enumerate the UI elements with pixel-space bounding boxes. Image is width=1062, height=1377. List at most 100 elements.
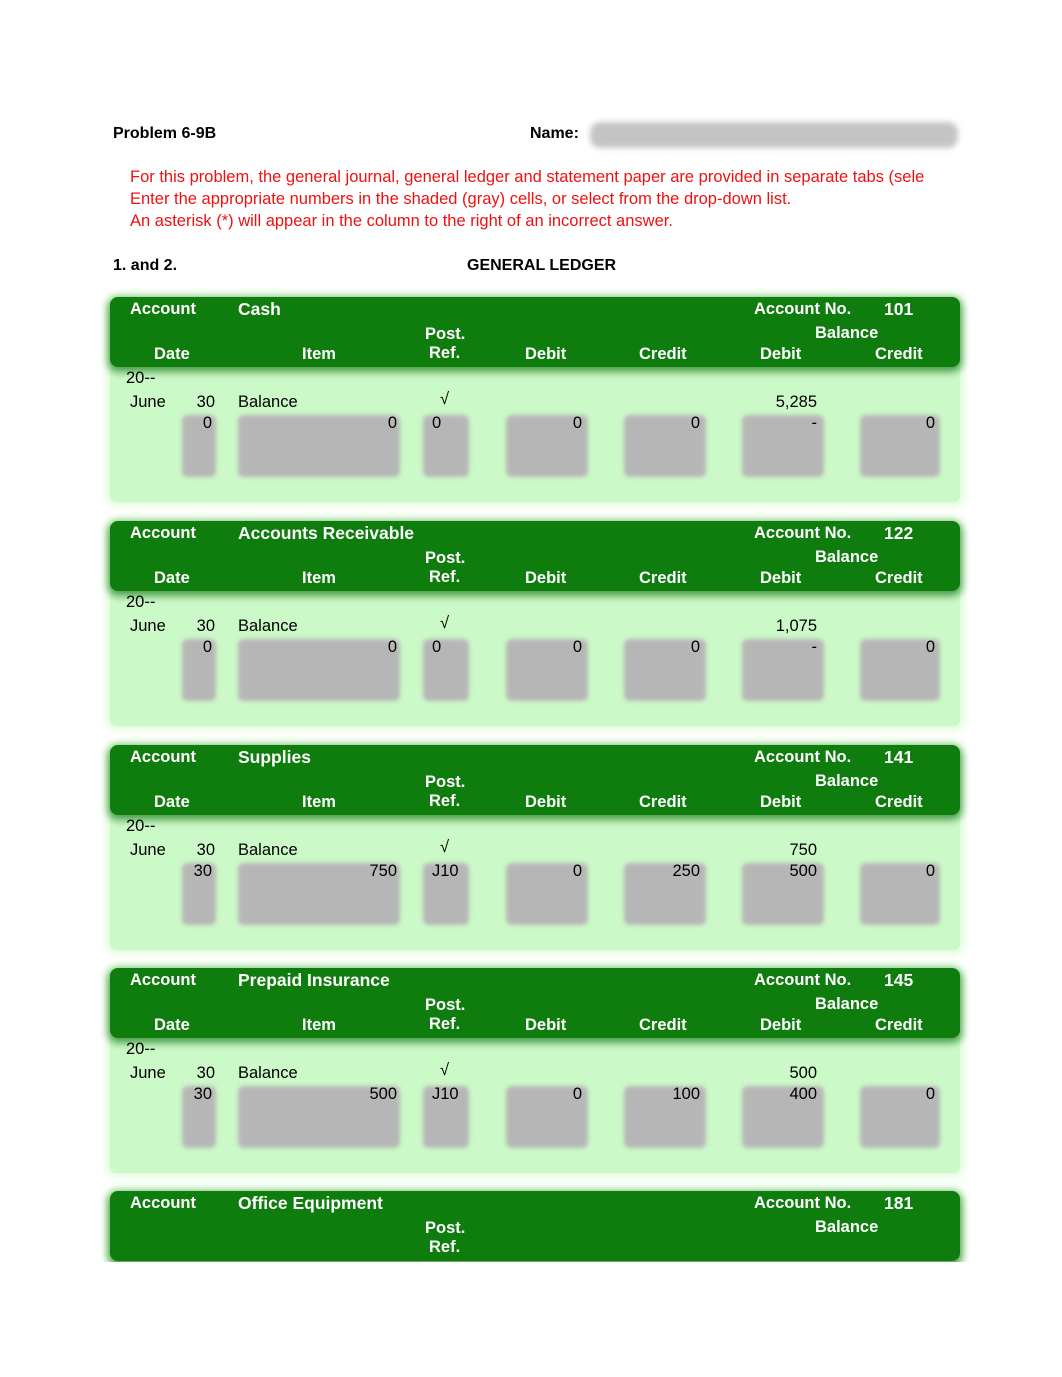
post-label: Post. [425, 1219, 466, 1237]
ledger-header: Account Cash Account No. 101 Post. Balance Ref… [110, 297, 960, 367]
opening-month: June [130, 841, 166, 859]
entry-debit[interactable]: 0 [573, 414, 582, 433]
entry-credit[interactable]: 0 [691, 414, 700, 433]
debit-column-header: Debit [525, 793, 567, 811]
opening-month: June [130, 393, 166, 411]
opening-balance-debit: 500 [789, 1064, 817, 1082]
date-column-header: Date [154, 1016, 190, 1034]
entry-balance-credit[interactable]: 0 [926, 1085, 935, 1104]
balance-credit-column-header: Credit [875, 793, 923, 811]
balance-label: Balance [815, 1218, 879, 1236]
opening-month: June [130, 1064, 166, 1082]
entry-balance-credit[interactable]: 0 [926, 638, 935, 657]
year-label: 20-- [126, 817, 156, 835]
item-column-header: Item [302, 569, 336, 587]
entry-balance-credit[interactable]: 0 [926, 414, 935, 433]
checkmark-icon: √ [440, 838, 450, 856]
entry-item[interactable]: 750 [369, 862, 397, 881]
year-label: 20-- [126, 593, 156, 611]
balance-label: Balance [815, 995, 879, 1013]
entry-post-ref[interactable]: J10 [432, 1085, 459, 1104]
entry-post-ref[interactable]: 0 [432, 414, 441, 433]
entry-debit[interactable]: 0 [573, 638, 582, 657]
account-label: Account [130, 300, 196, 318]
year-label: 20-- [126, 1040, 156, 1058]
opening-month: June [130, 617, 166, 635]
account-no-label: Account No. [754, 748, 852, 766]
account-label: Account [130, 971, 196, 989]
account-number: 122 [884, 523, 914, 543]
entry-balance-debit[interactable]: 500 [789, 862, 817, 881]
account-no-label: Account No. [754, 524, 852, 542]
entry-day[interactable]: 30 [194, 1085, 212, 1104]
account-number: 101 [884, 299, 914, 319]
debit-column-header: Debit [525, 1016, 567, 1034]
item-column-header: Item [302, 345, 336, 363]
credit-column-header: Credit [639, 345, 687, 363]
instruction-line: An asterisk (*) will appear in the colum… [130, 212, 673, 230]
opening-item: Balance [238, 841, 298, 859]
balance-credit-column-header: Credit [875, 345, 923, 363]
entry-ref-input-cell[interactable] [423, 639, 469, 701]
checkmark-icon: √ [440, 614, 450, 632]
credit-column-header: Credit [639, 793, 687, 811]
name-input[interactable] [590, 122, 958, 148]
entry-credit[interactable]: 100 [672, 1085, 700, 1104]
account-no-label: Account No. [754, 971, 852, 989]
entry-debit[interactable]: 0 [573, 1085, 582, 1104]
date-column-header: Date [154, 569, 190, 587]
account-no-label: Account No. [754, 1194, 852, 1212]
name-label: Name: [530, 125, 579, 142]
opening-balance-debit: 750 [789, 841, 817, 859]
account-name: Accounts Receivable [238, 523, 415, 543]
balance-debit-column-header: Debit [760, 793, 802, 811]
date-column-header: Date [154, 793, 190, 811]
section-label: 1. and 2. [113, 257, 178, 274]
opening-balance-debit: 1,075 [775, 617, 817, 635]
account-name: Cash [238, 299, 281, 319]
entry-debit[interactable]: 0 [573, 862, 582, 881]
entry-credit[interactable]: 250 [672, 862, 700, 881]
ledger-header: Account Office Equipment Account No. 181 Pos… [110, 1191, 960, 1261]
entry-balance-debit[interactable]: 400 [789, 1085, 817, 1104]
entry-day[interactable]: 0 [203, 638, 212, 657]
entry-item-input-cell[interactable] [238, 415, 400, 477]
post-label: Post. [425, 773, 466, 791]
entry-ref-input-cell[interactable] [423, 415, 469, 477]
entry-item[interactable]: 500 [369, 1085, 397, 1104]
entry-item-input-cell[interactable] [238, 639, 400, 701]
debit-column-header: Debit [525, 345, 567, 363]
post-label: Post. [425, 549, 466, 567]
balance-debit-column-header: Debit [760, 345, 802, 363]
entry-item[interactable]: 0 [388, 414, 397, 433]
ref-label: Ref. [429, 568, 461, 586]
opening-item: Balance [238, 617, 298, 635]
balance-debit-column-header: Debit [760, 569, 802, 587]
entry-post-ref[interactable]: J10 [432, 862, 459, 881]
instruction-line: For this problem, the general journal, g… [130, 168, 925, 186]
item-column-header: Item [302, 793, 336, 811]
entry-balance-credit[interactable]: 0 [926, 862, 935, 881]
account-number: 145 [884, 970, 914, 990]
ref-label: Ref. [429, 1015, 461, 1033]
balance-label: Balance [815, 324, 879, 342]
entry-balance-debit[interactable]: - [812, 414, 818, 433]
ledger-header: Account Supplies Account No. 141 Post. Balanc… [110, 745, 960, 815]
checkmark-icon: √ [440, 1061, 450, 1079]
instruction-line: Enter the appropriate numbers in the sha… [130, 190, 792, 208]
opening-day: 30 [196, 1064, 215, 1082]
account-label: Account [130, 748, 196, 766]
account-name: Prepaid Insurance [238, 970, 390, 990]
entry-credit[interactable]: 0 [691, 638, 700, 657]
entry-day[interactable]: 30 [194, 862, 212, 881]
entry-post-ref[interactable]: 0 [432, 638, 441, 657]
opening-item: Balance [238, 1064, 298, 1082]
balance-credit-column-header: Credit [875, 569, 923, 587]
debit-column-header: Debit [525, 569, 567, 587]
year-label: 20-- [126, 369, 156, 387]
opening-day: 30 [196, 617, 215, 635]
post-label: Post. [425, 996, 466, 1014]
entry-balance-debit[interactable]: - [812, 638, 818, 657]
entry-item[interactable]: 0 [388, 638, 397, 657]
entry-day[interactable]: 0 [203, 414, 212, 433]
